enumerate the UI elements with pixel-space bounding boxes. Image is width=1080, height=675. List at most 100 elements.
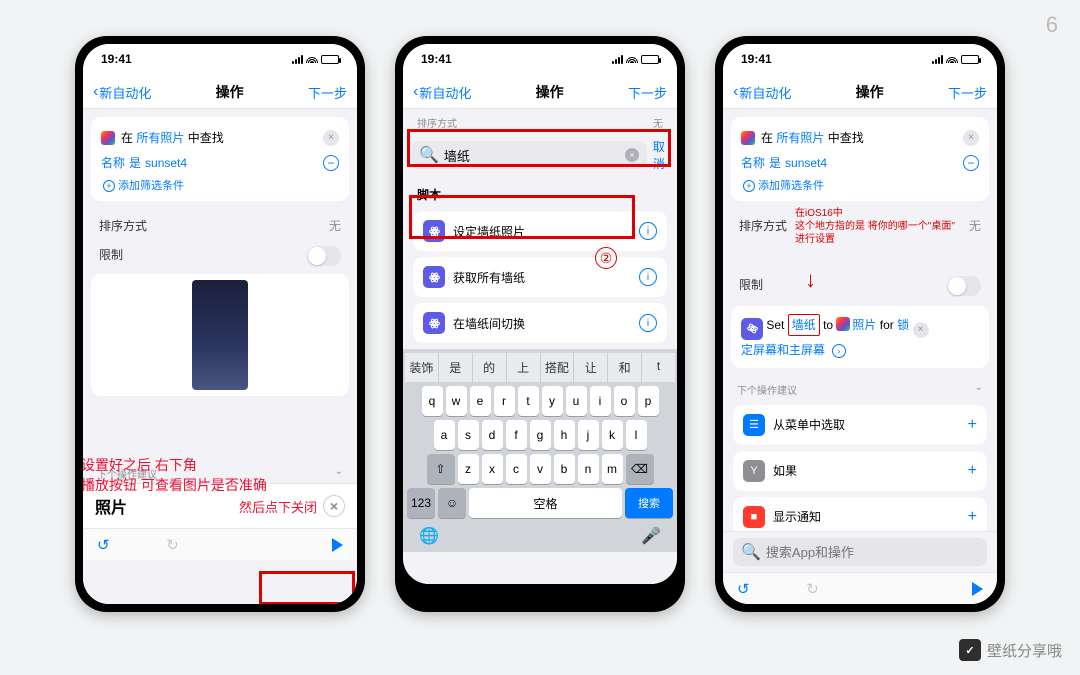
- photo-var[interactable]: 照片: [852, 318, 876, 332]
- lock-var[interactable]: 锁: [897, 318, 909, 332]
- atom-icon: [423, 312, 445, 334]
- phone-row: 19:41 ‹新自动化 操作 下一步 在 所有照片 中查找 ×: [0, 0, 1080, 632]
- filter-op[interactable]: 是: [769, 154, 781, 171]
- plus-icon[interactable]: +: [968, 416, 977, 434]
- add-filter-button[interactable]: +添加筛选条件: [101, 175, 339, 193]
- phone-3: 19:41 ‹新自动化 操作 下一步 在 所有照片 中查找 ×: [715, 36, 1005, 612]
- backspace-key[interactable]: ⌫: [626, 454, 654, 484]
- find-text: 在 所有照片 中查找: [121, 129, 224, 146]
- statusbar: 19:41: [403, 44, 677, 74]
- screen-2: 19:41 ‹新自动化 操作 下一步 排序方式无 🔍: [403, 44, 677, 584]
- undo-icon[interactable]: ↺: [737, 580, 750, 598]
- nav-next[interactable]: 下一步: [628, 83, 667, 102]
- search-input[interactable]: [444, 148, 620, 163]
- info-icon[interactable]: i: [639, 268, 657, 286]
- bottom-toolbar: ↺ ↻: [83, 528, 357, 560]
- nav-back[interactable]: ‹新自动化: [93, 83, 151, 102]
- key-row-4: 123 ☺ 空格 搜索: [407, 488, 673, 518]
- magnify-icon: 🔍: [419, 145, 439, 165]
- space-key[interactable]: 空格: [469, 488, 622, 518]
- suggest-header[interactable]: 下个操作建议⌄: [723, 374, 997, 399]
- wechat-icon: ✓: [959, 639, 981, 661]
- cancel-button[interactable]: 取消: [653, 138, 669, 172]
- preview-image: [192, 280, 248, 390]
- keyboard: 装饰 是 的 上 搭配 让 和 t qwertyuiop asdfghjkl: [403, 349, 677, 552]
- search-box[interactable]: 🔍: [733, 538, 987, 566]
- atom-icon: [423, 220, 445, 242]
- nav-next[interactable]: 下一步: [948, 83, 987, 102]
- remove-filter-icon[interactable]: −: [963, 155, 979, 171]
- find-photos-card: 在 所有照片 中查找 × 名称 是 sunset4 − +添加筛选条件: [731, 117, 989, 201]
- search-input[interactable]: [766, 545, 979, 560]
- undo-icon[interactable]: ↺: [97, 536, 110, 554]
- info-icon[interactable]: i: [639, 314, 657, 332]
- plus-icon[interactable]: +: [968, 462, 977, 480]
- mic-icon[interactable]: 🎤: [641, 526, 661, 546]
- find-text: 在 所有照片 中查找: [761, 129, 864, 146]
- redo-icon: ↻: [806, 580, 819, 598]
- script-section-label: 脚本: [403, 178, 677, 205]
- screen-1: 19:41 ‹新自动化 操作 下一步 在 所有照片 中查找 ×: [83, 44, 357, 604]
- action-get-wallpapers[interactable]: 获取所有墙纸 i: [413, 257, 667, 297]
- page-number: 6: [1046, 12, 1058, 38]
- annotation-play: 设置好之后 右下角 播放按钮 可查看图片是否准确: [83, 455, 267, 495]
- chevron-left-icon: ‹: [93, 83, 98, 101]
- suggest-choose-menu[interactable]: ☰ 从菜单中选取+: [733, 405, 987, 445]
- battery-icon: [961, 55, 979, 64]
- remove-action-icon[interactable]: ×: [323, 130, 339, 146]
- red-number-2: ②: [595, 247, 617, 269]
- atom-icon: [423, 266, 445, 288]
- status-icons: [612, 55, 659, 64]
- magnify-icon: 🔍: [741, 542, 761, 562]
- add-filter-button[interactable]: +添加筛选条件: [741, 175, 979, 193]
- filter-value[interactable]: sunset4: [785, 156, 827, 170]
- limit-toggle[interactable]: [947, 276, 981, 296]
- filter-op[interactable]: 是: [129, 154, 141, 171]
- navbar: ‹新自动化 操作 下一步: [403, 74, 677, 109]
- clear-icon[interactable]: ×: [625, 148, 639, 162]
- nav-next[interactable]: 下一步: [308, 83, 347, 102]
- bottom-search: 🔍: [723, 531, 997, 572]
- limit-toggle[interactable]: [307, 246, 341, 266]
- search-row: 🔍 × 取消: [403, 132, 677, 178]
- nav-back[interactable]: ‹新自动化: [413, 83, 471, 102]
- watermark: ✓ 壁纸分享哦: [959, 639, 1062, 661]
- remove-filter-icon[interactable]: −: [323, 155, 339, 171]
- wifi-icon: [946, 55, 958, 63]
- remove-action-icon[interactable]: ×: [913, 322, 929, 338]
- action-set-wallpaper[interactable]: 设定墙纸照片 i: [413, 211, 667, 251]
- suggest-if[interactable]: Y 如果+: [733, 451, 987, 491]
- filter-name[interactable]: 名称: [101, 154, 125, 171]
- remove-action-icon[interactable]: ×: [963, 130, 979, 146]
- action-switch-wallpaper[interactable]: 在墙纸间切换 i: [413, 303, 667, 343]
- notify-icon: ■: [743, 506, 765, 528]
- filter-name[interactable]: 名称: [741, 154, 765, 171]
- close-button[interactable]: ×: [323, 495, 345, 517]
- key[interactable]: q: [422, 386, 443, 416]
- screens-var[interactable]: 定屏幕和主屏幕: [741, 343, 825, 357]
- battery-icon: [641, 55, 659, 64]
- nav-title: 操作: [216, 82, 244, 102]
- plus-icon[interactable]: +: [968, 508, 977, 526]
- phone-2: 19:41 ‹新自动化 操作 下一步 排序方式无 🔍: [395, 36, 685, 612]
- bottom-toolbar: ↺ ↻: [723, 572, 997, 604]
- search-key[interactable]: 搜索: [625, 488, 673, 518]
- wallpaper-token[interactable]: 墙纸: [788, 314, 820, 336]
- sort-row: 排序方式无: [403, 109, 677, 132]
- preview-area: [91, 274, 349, 396]
- emoji-key[interactable]: ☺: [438, 488, 466, 518]
- navbar: ‹新自动化 操作 下一步: [83, 74, 357, 109]
- play-button[interactable]: [972, 582, 983, 596]
- sort-row[interactable]: 排序方式无: [83, 209, 357, 238]
- info-icon[interactable]: i: [639, 222, 657, 240]
- nav-back[interactable]: ‹新自动化: [733, 83, 791, 102]
- play-button[interactable]: [332, 538, 343, 552]
- expand-icon[interactable]: ›: [832, 344, 846, 358]
- annotation-ios16: 在iOS16中 这个地方指的是 将你的哪一个"桌面" 进行设置: [795, 207, 955, 246]
- search-box[interactable]: 🔍 ×: [411, 141, 647, 169]
- 123-key[interactable]: 123: [407, 488, 435, 518]
- globe-icon[interactable]: 🌐: [419, 526, 439, 546]
- filter-value[interactable]: sunset4: [145, 156, 187, 170]
- shift-key[interactable]: ⇧: [427, 454, 455, 484]
- branch-icon: Y: [743, 460, 765, 482]
